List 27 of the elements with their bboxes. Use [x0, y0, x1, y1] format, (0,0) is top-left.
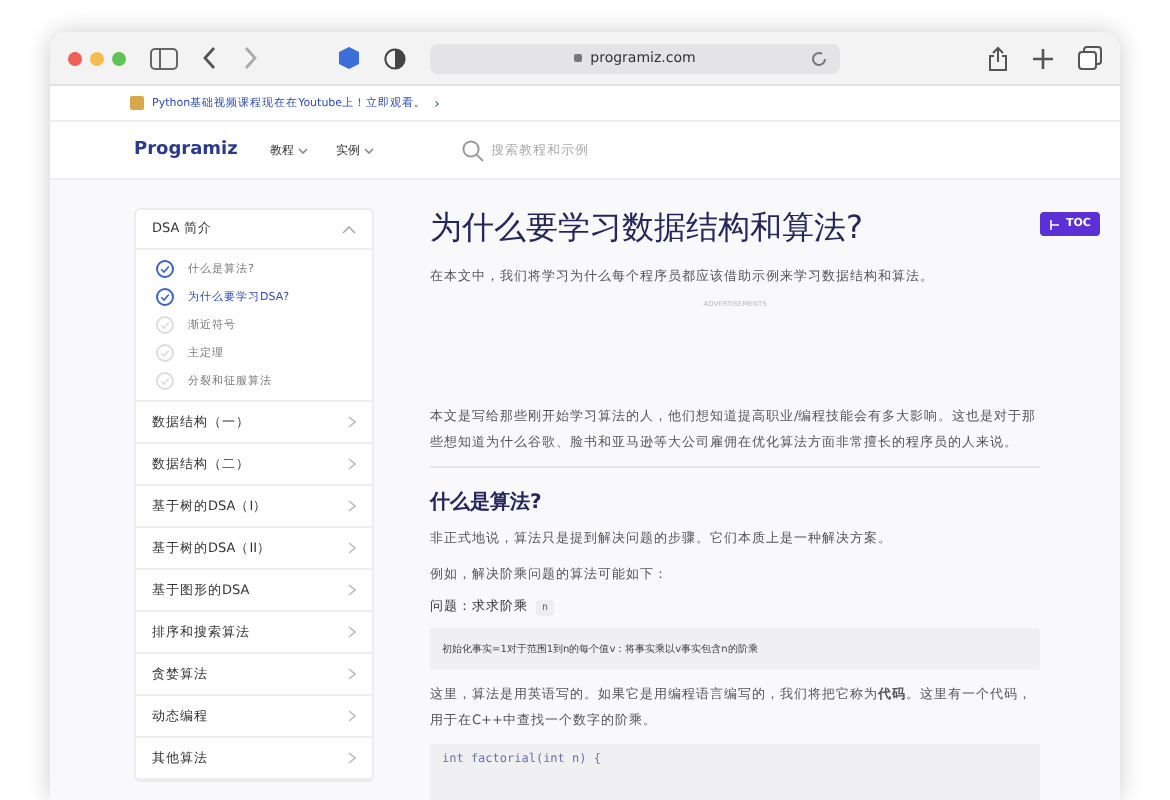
contrast-icon[interactable] [384, 47, 406, 69]
plus-icon[interactable] [1032, 47, 1054, 69]
chevron-icon [348, 668, 356, 680]
back-icon[interactable] [202, 46, 218, 70]
share-icon[interactable] [988, 45, 1008, 71]
chevron-icon [348, 584, 356, 596]
chevron-icon [348, 416, 356, 428]
reload-icon[interactable] [810, 49, 828, 67]
close-button[interactable] [68, 51, 82, 65]
tabs-icon[interactable] [1078, 46, 1102, 70]
sidebar-icon[interactable] [150, 47, 178, 69]
lock-icon [574, 54, 583, 62]
chevron-icon [348, 500, 356, 512]
chevron-icon [348, 458, 356, 470]
chevron-icon [348, 710, 356, 722]
search-icon [461, 139, 484, 161]
caret-icon [363, 147, 374, 153]
logo[interactable]: Programiz [134, 140, 238, 160]
caret-icon [297, 147, 308, 153]
chevron-icon [348, 626, 356, 638]
article-title: 为什么要学习数据结构和算法? [430, 208, 865, 250]
section-heading: 什么是算法? [430, 489, 544, 516]
toc-icon [1050, 219, 1060, 229]
cube-icon[interactable] [338, 46, 360, 70]
chevron-icon [348, 752, 356, 764]
chevron-icon [348, 542, 356, 554]
video-icon [130, 96, 144, 110]
